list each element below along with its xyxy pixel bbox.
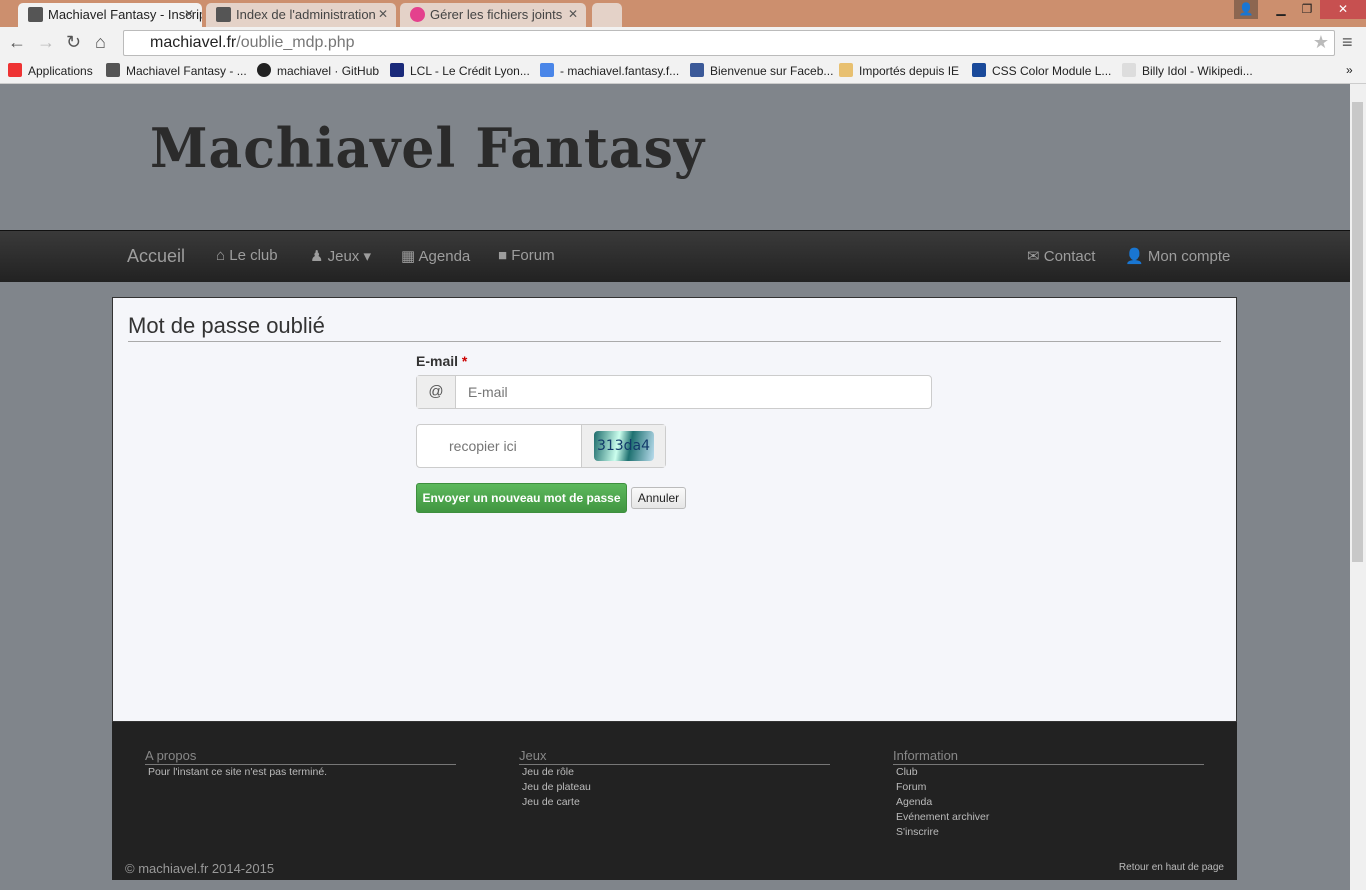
scrollbar-thumb[interactable] <box>1352 102 1363 562</box>
w3c-icon <box>972 63 986 77</box>
user-icon: 👤 <box>1125 248 1144 265</box>
captcha-input[interactable] <box>417 425 581 467</box>
home-icon: ⌂ <box>216 247 226 264</box>
footer-text: Pour l'instant ce site n'est pas terminé… <box>148 766 328 778</box>
minimize-button[interactable]: ▁ <box>1268 0 1294 19</box>
tab-label: Index de l'administration <box>236 7 376 22</box>
bookmark-apps[interactable]: Applications <box>8 63 93 78</box>
new-tab-button[interactable] <box>592 3 622 27</box>
caret-down-icon: ▾ <box>363 248 372 265</box>
bookmark-lcl[interactable]: LCL - Le Crédit Lyon... <box>390 63 530 78</box>
facebook-icon <box>690 63 704 77</box>
footer-link[interactable]: Club <box>893 765 1204 780</box>
site-navbar: Accueil ⌂ Le club ♟ Jeux ▾ ▦ Agenda ■ Fo… <box>0 230 1350 282</box>
tab-attachments[interactable]: Gérer les fichiers joints ✕ <box>400 3 586 27</box>
bookmark-github[interactable]: machiavel · GitHub <box>257 63 379 78</box>
footer-link[interactable]: Jeu de carte <box>519 795 830 810</box>
lcl-icon <box>390 63 404 77</box>
site-favicon-icon <box>28 7 43 22</box>
tab-admin-index[interactable]: Index de l'administration ✕ <box>206 3 396 27</box>
nav-account[interactable]: 👤 Mon compte <box>1125 247 1230 265</box>
nav-club[interactable]: ⌂ Le club <box>216 247 278 264</box>
email-input-group: @ <box>416 375 932 409</box>
bookmark-css-color[interactable]: CSS Color Module L... <box>972 63 1111 78</box>
url-path: /oublie_mdp.php <box>236 34 355 51</box>
folder-icon <box>839 63 853 77</box>
email-input[interactable] <box>456 376 931 408</box>
site-footer: A propos Pour l'instant ce site n'est pa… <box>112 722 1237 880</box>
tab-label: Machiavel Fantasy - Inscrip <box>48 7 202 22</box>
footer-heading: Information <box>893 748 1204 765</box>
copyright: © machiavel.fr 2014-2015 <box>125 861 275 876</box>
maximize-button[interactable]: ❐ <box>1294 0 1320 19</box>
forward-icon[interactable]: → <box>37 32 55 53</box>
bookmarks-bar: Applications Machiavel Fantasy - ... mac… <box>0 58 1366 84</box>
footer-heading: Jeux <box>519 748 830 765</box>
captcha-group: 313da4 <box>416 424 666 468</box>
footer-link[interactable]: Agenda <box>893 795 1204 810</box>
github-icon <box>257 63 271 77</box>
footer-link[interactable]: Evénement archiver <box>893 810 1204 825</box>
address-bar[interactable]: machiavel.fr/oublie_mdp.php ★ <box>123 30 1335 56</box>
apps-icon <box>8 63 22 77</box>
wikipedia-icon <box>1122 63 1136 77</box>
nav-forum[interactable]: ■ Forum <box>498 247 555 264</box>
url-host: machiavel.fr <box>150 34 237 51</box>
bookmark-facebook[interactable]: Bienvenue sur Faceb... <box>690 63 833 78</box>
scrollbar[interactable] <box>1350 84 1366 890</box>
reload-icon[interactable]: ↻ <box>66 32 81 53</box>
at-icon: @ <box>417 376 456 408</box>
site-logo[interactable]: Machiavel Fantasy <box>150 116 705 180</box>
wamp-favicon-icon <box>410 7 425 22</box>
bookmark-wikipedia[interactable]: Billy Idol - Wikipedi... <box>1122 63 1253 78</box>
site-icon <box>106 63 120 77</box>
profile-icon[interactable]: 👤 <box>1234 0 1258 19</box>
close-tab-icon[interactable]: ✕ <box>378 7 388 21</box>
tab-bar: Machiavel Fantasy - Inscrip ✕ Index de l'… <box>0 0 1366 27</box>
footer-games: Jeux Jeu de rôle Jeu de plateau Jeu de c… <box>519 748 830 810</box>
email-label: E-mail * <box>416 353 468 369</box>
site-favicon-icon <box>216 7 231 22</box>
bookmark-machiavel[interactable]: Machiavel Fantasy - ... <box>106 63 247 78</box>
bookmark-star-icon[interactable]: ★ <box>1313 32 1329 53</box>
captcha-image: 313da4 <box>593 431 654 461</box>
google-icon <box>540 63 554 77</box>
nav-home[interactable]: Accueil <box>127 246 185 267</box>
menu-icon[interactable]: ≡ <box>1342 32 1353 53</box>
close-tab-icon[interactable]: ✕ <box>184 7 194 21</box>
submit-button[interactable]: Envoyer un nouveau mot de passe <box>416 483 627 513</box>
more-bookmarks-icon[interactable]: » <box>1346 63 1353 77</box>
tab-label: Gérer les fichiers joints <box>430 7 563 22</box>
footer-link[interactable]: Forum <box>893 780 1204 795</box>
browser-toolbar: ← → ↻ ⌂ machiavel.fr/oublie_mdp.php ★ ≡ <box>0 27 1366 58</box>
chess-piece-icon: ♟ <box>310 248 324 265</box>
tab-machiavel-fantasy[interactable]: Machiavel Fantasy - Inscrip ✕ <box>18 3 202 27</box>
envelope-icon: ✉ <box>1027 248 1040 265</box>
page-title: Mot de passe oublié <box>128 313 1221 342</box>
required-marker: * <box>461 353 468 369</box>
cancel-button[interactable]: Annuler <box>631 487 686 509</box>
nav-games[interactable]: ♟ Jeux ▾ <box>310 247 371 265</box>
home-icon[interactable]: ⌂ <box>95 32 106 53</box>
footer-about: A propos Pour l'instant ce site n'est pa… <box>145 748 456 780</box>
close-window-button[interactable]: ✕ <box>1320 0 1366 19</box>
calendar-icon: ▦ <box>401 248 416 265</box>
footer-link[interactable]: Jeu de plateau <box>519 780 830 795</box>
nav-contact[interactable]: ✉ Contact <box>1027 247 1095 265</box>
nav-agenda[interactable]: ▦ Agenda <box>401 247 470 265</box>
bookmark-google[interactable]: - machiavel.fantasy.f... <box>540 63 679 78</box>
footer-heading: A propos <box>145 748 456 765</box>
content-panel: Mot de passe oublié E-mail * @ 313da4 En… <box>112 297 1237 722</box>
back-to-top-link[interactable]: Retour en haut de page <box>1119 862 1224 873</box>
bookmark-folder-ie[interactable]: Importés depuis IE <box>839 63 959 78</box>
footer-link[interactable]: Jeu de rôle <box>519 765 830 780</box>
footer-info: Information Club Forum Agenda Evénement … <box>893 748 1204 840</box>
close-tab-icon[interactable]: ✕ <box>568 7 578 21</box>
back-icon[interactable]: ← <box>8 32 26 53</box>
comment-icon: ■ <box>498 247 508 264</box>
footer-link[interactable]: S'inscrire <box>893 825 1204 840</box>
